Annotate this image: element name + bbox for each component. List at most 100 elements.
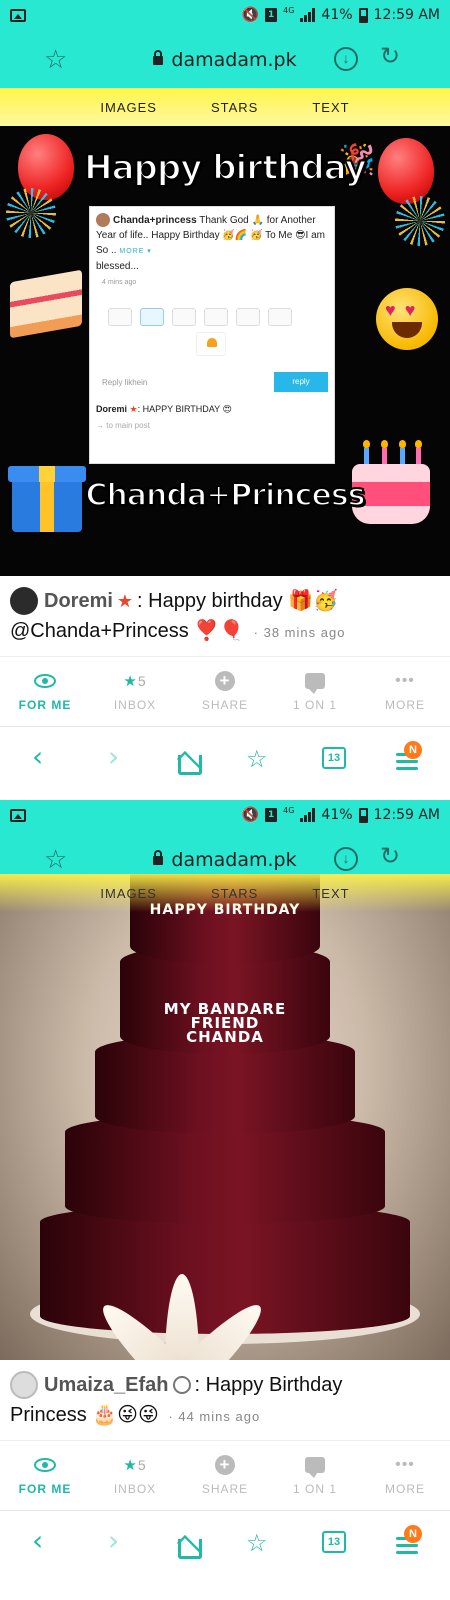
tabs-icon[interactable]: 13 bbox=[322, 747, 346, 769]
post-author[interactable]: Umaiza_Efah bbox=[44, 1370, 169, 1400]
address-bar: ☆ damadam.pk ↓ ↻ bbox=[0, 30, 450, 88]
one-on-one-button[interactable]: 1 ON 1 bbox=[270, 1441, 360, 1510]
status-right: 🔇 1 4G 41% 12:59 AM bbox=[241, 5, 440, 24]
share-button[interactable]: + SHARE bbox=[180, 1441, 270, 1510]
post-time: · 38 mins ago bbox=[253, 625, 346, 640]
card-action bbox=[268, 308, 292, 326]
heart-eyes-emoji-icon bbox=[376, 288, 438, 350]
card-reply-row: Reply likhein reply bbox=[96, 372, 328, 392]
reload-icon[interactable]: ↻ bbox=[380, 845, 400, 869]
ellipsis-icon: ••• bbox=[395, 1455, 415, 1473]
signal-icon bbox=[300, 808, 316, 822]
bookmarks-icon[interactable]: ☆ bbox=[246, 1531, 268, 1555]
back-icon[interactable]: ‹ bbox=[32, 1527, 43, 1555]
url-text: damadam.pk bbox=[171, 849, 297, 871]
back-icon[interactable]: ‹ bbox=[32, 743, 43, 771]
card-more: MORE ▾ bbox=[119, 248, 152, 255]
plus-icon: + bbox=[215, 670, 235, 691]
card-action bbox=[108, 308, 132, 326]
post-message-line-2: Princess 🎂😜😜 bbox=[10, 1404, 159, 1426]
download-icon[interactable]: ↓ bbox=[334, 847, 358, 871]
lock-icon bbox=[153, 850, 164, 865]
home-icon[interactable] bbox=[178, 1539, 202, 1559]
clock-time: 12:59 AM bbox=[373, 807, 440, 823]
nav-stars[interactable]: STARS bbox=[211, 886, 258, 901]
cake-text-line-4: CHANDA bbox=[186, 1028, 264, 1046]
hearts-emoji: ❣️🎈 bbox=[194, 620, 245, 642]
inbox-button[interactable]: ★ 5 INBOX bbox=[90, 1441, 180, 1510]
screenshot-post-card: Chanda+princess Thank God 🙏 for Another … bbox=[89, 206, 335, 464]
notification-badge: N bbox=[404, 741, 422, 759]
avatar bbox=[96, 213, 110, 228]
avatar[interactable] bbox=[10, 587, 38, 615]
star-badge-icon: ★ bbox=[116, 591, 134, 611]
lock-icon bbox=[153, 50, 164, 65]
one-on-one-label: 1 ON 1 bbox=[292, 697, 337, 712]
star-icon: ★ bbox=[123, 672, 138, 690]
battery-icon bbox=[358, 807, 368, 823]
gallery-icon bbox=[10, 8, 26, 22]
network-label: 4G bbox=[283, 5, 295, 15]
home-icon[interactable] bbox=[178, 755, 202, 775]
post-author[interactable]: Doremi bbox=[44, 586, 113, 616]
status-bar: 🔇 1 4G 41% 12:59 AM bbox=[0, 800, 450, 830]
card-action bbox=[172, 308, 196, 326]
card-author: Chanda+princess bbox=[113, 215, 197, 226]
more-button[interactable]: ••• MORE bbox=[360, 657, 450, 726]
nav-text[interactable]: TEXT bbox=[312, 100, 349, 115]
inbox-button[interactable]: ★ 5 INBOX bbox=[90, 657, 180, 726]
cake-slice-icon bbox=[10, 269, 82, 339]
for-me-button[interactable]: FOR ME bbox=[0, 657, 90, 726]
forward-icon[interactable]: › bbox=[108, 1527, 119, 1555]
reload-icon[interactable]: ↻ bbox=[380, 45, 400, 69]
for-me-label: FOR ME bbox=[18, 697, 72, 712]
card-to-main: → to main post bbox=[96, 421, 150, 430]
chat-bubble-icon bbox=[305, 672, 325, 694]
clock-badge-icon bbox=[172, 1376, 191, 1394]
firework-icon bbox=[6, 188, 56, 238]
menu-icon[interactable]: N bbox=[396, 1525, 422, 1558]
download-icon[interactable]: ↓ bbox=[334, 47, 358, 71]
post-image-birthday-card[interactable]: 🎉 Happy birthday Chanda+princess Thank G… bbox=[0, 126, 450, 576]
nav-images[interactable]: IMAGES bbox=[100, 886, 157, 901]
tabs-icon[interactable]: 13 bbox=[322, 1531, 346, 1553]
more-label: MORE bbox=[385, 1481, 425, 1496]
card-action bbox=[204, 308, 228, 326]
avatar[interactable] bbox=[10, 1371, 38, 1399]
post-info: Umaiza_Efah : Happy Birthday Princess 🎂😜… bbox=[0, 1360, 450, 1440]
one-on-one-button[interactable]: 1 ON 1 bbox=[270, 657, 360, 726]
nav-text[interactable]: TEXT bbox=[312, 886, 349, 901]
gallery-icon bbox=[10, 808, 26, 822]
post-image-cake[interactable]: HAPPY BIRTHDAY MY BANDARE FRIEND CHANDA bbox=[0, 874, 450, 1360]
more-label: MORE bbox=[385, 697, 425, 712]
post-mention[interactable]: @Chanda+Princess bbox=[10, 620, 189, 642]
post-message: : Happy Birthday bbox=[194, 1374, 343, 1396]
card-time: 4 mins ago bbox=[102, 279, 137, 286]
notification-badge: N bbox=[404, 1525, 422, 1543]
bell-icon bbox=[196, 332, 226, 356]
inbox-label: INBOX bbox=[113, 1481, 157, 1496]
forward-icon[interactable]: › bbox=[108, 743, 119, 771]
post-message: : Happy birthday 🎁🥳 bbox=[137, 590, 339, 612]
browser-nav: ‹ › ☆ 13 N bbox=[0, 1510, 450, 1570]
nav-stars[interactable]: STARS bbox=[211, 100, 258, 115]
star-icon: ★ bbox=[123, 1456, 138, 1474]
menu-icon[interactable]: N bbox=[396, 741, 422, 774]
url-text: damadam.pk bbox=[171, 49, 297, 71]
signal-icon bbox=[300, 8, 316, 22]
share-button[interactable]: + SHARE bbox=[180, 657, 270, 726]
battery-percent: 41% bbox=[321, 807, 353, 823]
battery-percent: 41% bbox=[321, 7, 353, 23]
post-time: · 44 mins ago bbox=[168, 1409, 261, 1424]
site-nav: IMAGES STARS TEXT bbox=[0, 88, 450, 126]
bookmarks-icon[interactable]: ☆ bbox=[246, 747, 268, 771]
mute-icon: 🔇 bbox=[241, 7, 260, 23]
nav-images[interactable]: IMAGES bbox=[100, 100, 157, 115]
chat-bubble-icon bbox=[305, 1456, 325, 1478]
for-me-button[interactable]: FOR ME bbox=[0, 1441, 90, 1510]
card-actions bbox=[108, 308, 328, 326]
status-right: 🔇 1 4G 41% 12:59 AM bbox=[242, 806, 440, 824]
eye-icon bbox=[34, 673, 56, 688]
more-button[interactable]: ••• MORE bbox=[360, 1441, 450, 1510]
image-name-banner: Chanda+Princess bbox=[84, 477, 366, 514]
